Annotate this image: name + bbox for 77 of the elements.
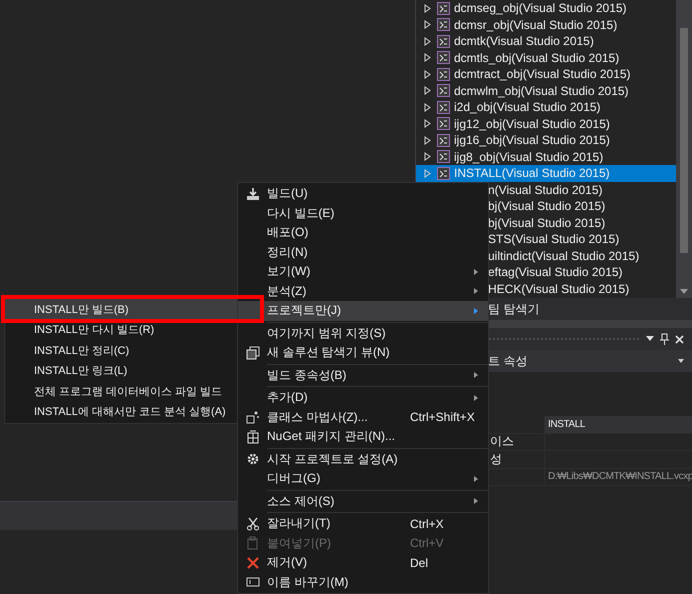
menu-item[interactable]: 클래스 마법사(Z)... Ctrl+Shift+X — [238, 408, 488, 427]
menu-item[interactable]: 보기(W) — [238, 262, 488, 282]
menu-item[interactable]: INSTALL만 빌드(B) — [5, 299, 237, 320]
project-icon — [437, 2, 450, 15]
project-icon — [437, 18, 450, 32]
submenu-arrow-icon — [474, 372, 478, 378]
menu-item[interactable]: INSTALL에 대해서만 코드 분석 실행(A) — [5, 402, 237, 422]
submenu-arrow-icon — [474, 498, 478, 504]
menu-item[interactable]: 빌드(U) — [238, 184, 488, 204]
project-icon — [437, 150, 450, 164]
project-icon — [437, 134, 450, 147]
dropdown-icon[interactable] — [646, 336, 654, 342]
menu-item[interactable]: 추가(D) — [238, 388, 488, 408]
menu-item[interactable]: 이름 바꾸기(M) — [238, 572, 488, 592]
class-wizard-icon — [246, 410, 260, 424]
shortcut-text: Ctrl+X — [410, 516, 444, 531]
menu-item[interactable]: 분석(Z) — [238, 282, 488, 301]
menu-item[interactable]: INSTALL만 링크(L) — [5, 360, 237, 381]
tree-item[interactable]: INSTALL(Visual Studio 2015) — [416, 165, 676, 182]
settings-icon — [246, 452, 260, 466]
tree-item[interactable]: ijg8_obj(Visual Studio 2015) — [416, 148, 676, 165]
tree-item[interactable]: dcmtract_obj(Visual Studio 2015) — [416, 66, 676, 82]
menu-item[interactable]: 잘라내기(T) Ctrl+X — [238, 514, 488, 534]
shortcut-text: Del — [410, 556, 428, 570]
tree-item[interactable]: dcmtk(Visual Studio 2015) — [416, 33, 676, 50]
menu-item[interactable]: 제거(V) Del — [238, 553, 488, 572]
menu-item[interactable]: 정리(N) — [238, 242, 488, 262]
project-icon — [437, 51, 450, 64]
close-icon[interactable] — [675, 334, 684, 344]
build-icon — [246, 186, 260, 201]
menu-item[interactable]: 다시 빌드(E) — [238, 204, 488, 223]
menu-item[interactable]: 소스 제어(S) — [238, 492, 488, 511]
tree-item[interactable]: ijg16_obj(Visual Studio 2015) — [416, 132, 676, 148]
scrollbar[interactable] — [676, 0, 692, 298]
submenu-arrow-icon — [474, 268, 478, 275]
property-name: 이스 — [490, 434, 514, 448]
menu-item[interactable]: 전체 프로그램 데이터베이스 파일 빌드 — [5, 381, 237, 402]
tree-item[interactable]: ijg12_obj(Visual Studio 2015) — [416, 116, 676, 132]
property-name: 성 — [490, 452, 502, 466]
tree-item[interactable]: dcmwlm_obj(Visual Studio 2015) — [416, 82, 676, 99]
property-value: INSTALL — [548, 418, 586, 430]
project-icon — [437, 84, 450, 98]
project-icon — [437, 68, 450, 81]
properties-title: 트 속성 — [488, 352, 528, 370]
menu-item[interactable]: 여기까지 범위 지정(S) — [238, 324, 488, 343]
pin-icon[interactable] — [660, 333, 669, 345]
menu-item[interactable]: 새 솔루션 탐색기 뷰(N) — [238, 343, 488, 362]
menu-item[interactable]: INSTALL만 다시 빌드(R) — [5, 320, 237, 340]
clipboard-icon — [246, 536, 260, 550]
tree-item[interactable]: i2d_obj(Visual Studio 2015) — [416, 99, 676, 116]
menu-item[interactable]: 시작 프로젝트로 설정(A) — [238, 450, 488, 469]
submenu-arrow-icon — [474, 288, 478, 294]
menu-item[interactable]: 빌드 종속성(B) — [238, 366, 488, 385]
project-icon — [437, 166, 450, 180]
menu-item[interactable]: 배포(O) — [238, 223, 488, 242]
menu-item[interactable]: 디버그(G) — [238, 469, 488, 488]
submenu-arrow-icon — [474, 308, 478, 314]
tree-item[interactable]: dcmsr_obj(Visual Studio 2015) — [416, 16, 676, 33]
project-icon — [437, 34, 450, 48]
submenu-arrow-icon — [474, 394, 478, 401]
project-icon — [437, 117, 450, 130]
shortcut-text: Ctrl+V — [410, 536, 444, 550]
menu-item[interactable]: 프로젝트만(J) — [238, 301, 488, 320]
delete-icon — [246, 556, 260, 570]
menu-item[interactable]: NuGet 패키지 관리(N)... — [238, 427, 488, 446]
team-explorer-tab[interactable]: 팀 탐색기 — [488, 300, 540, 318]
scissors-icon — [246, 516, 260, 531]
rename-icon — [246, 575, 260, 590]
package-icon — [246, 430, 260, 444]
project-icon — [437, 100, 450, 114]
submenu-arrow-icon — [474, 476, 478, 482]
windows-icon — [246, 346, 260, 360]
tree-item[interactable]: dcmtls_obj(Visual Studio 2015) — [416, 50, 676, 66]
shortcut-text: Ctrl+Shift+X — [410, 410, 475, 424]
caret-icon[interactable] — [678, 359, 684, 363]
menu-item[interactable]: INSTALL만 정리(C) — [5, 340, 237, 360]
tree-item[interactable]: dcmseg_obj(Visual Studio 2015) — [416, 0, 676, 16]
